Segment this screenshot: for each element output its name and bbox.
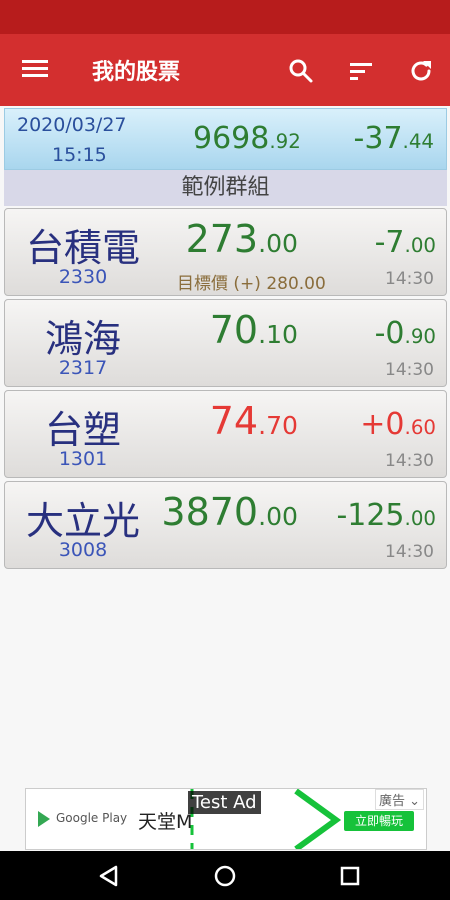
stock-name: 台塑 xyxy=(44,408,121,452)
market-index-row[interactable]: 2020/03/27 15:15 9698.92 -37.44 xyxy=(4,108,447,170)
index-change: -37.44 xyxy=(353,121,434,156)
stock-card-2317[interactable]: 鴻海 2317 70.10 -0.90 14:30 xyxy=(4,299,447,387)
system-nav-bar xyxy=(0,851,450,900)
index-time: 15:15 xyxy=(52,144,107,166)
stock-code: 2330 xyxy=(58,266,108,288)
status-bar xyxy=(0,0,450,34)
home-icon[interactable] xyxy=(212,863,238,889)
group-header[interactable]: 範例群組 xyxy=(4,170,447,206)
stock-price: 3870.00 xyxy=(161,490,298,534)
back-icon[interactable] xyxy=(96,863,122,889)
ad-install-button[interactable]: 立即暢玩 xyxy=(344,811,414,831)
recents-icon[interactable] xyxy=(337,863,363,889)
index-date: 2020/03/27 xyxy=(17,114,127,136)
hamburger-menu-icon[interactable] xyxy=(18,56,52,86)
ad-badge[interactable]: 廣告 ⌄ xyxy=(374,789,424,810)
test-ad-label: Test Ad xyxy=(188,791,261,814)
stock-change: -7.00 xyxy=(374,225,436,260)
stock-name: 大立光 xyxy=(25,499,140,543)
stock-name: 台積電 xyxy=(25,226,140,270)
refresh-icon[interactable] xyxy=(404,54,438,88)
search-icon[interactable] xyxy=(284,54,318,88)
index-value: 9698.92 xyxy=(193,121,301,156)
app-bar: 我的股票 xyxy=(0,34,450,106)
stock-change: +0.60 xyxy=(360,407,436,442)
google-play-icon xyxy=(38,811,50,827)
stock-price: 70.10 xyxy=(209,308,298,352)
stock-time: 14:30 xyxy=(385,360,434,380)
stock-code: 3008 xyxy=(58,539,108,561)
stock-code: 1301 xyxy=(58,448,108,470)
stock-code: 2317 xyxy=(58,357,108,379)
ad-app-name: 天堂M xyxy=(138,811,193,833)
stock-price: 273.00 xyxy=(185,217,298,261)
stock-time: 14:30 xyxy=(385,269,434,289)
stock-change: -125.00 xyxy=(336,498,436,533)
stock-time: 14:30 xyxy=(385,451,434,471)
stock-card-1301[interactable]: 台塑 1301 74.70 +0.60 14:30 xyxy=(4,390,447,478)
stock-card-3008[interactable]: 大立光 3008 3870.00 -125.00 14:30 xyxy=(4,481,447,569)
sort-icon[interactable] xyxy=(344,54,378,88)
ad-banner[interactable]: Google Play 天堂M Test Ad 廣告 ⌄ 立即暢玩 xyxy=(25,788,427,850)
stock-change: -0.90 xyxy=(374,316,436,351)
page-title: 我的股票 xyxy=(92,60,181,85)
stock-time: 14:30 xyxy=(385,542,434,562)
target-price: 目標價 (+) 280.00 xyxy=(177,274,326,294)
stock-name: 鴻海 xyxy=(44,317,121,361)
stock-price: 74.70 xyxy=(209,399,298,443)
ad-store-label: Google Play xyxy=(56,811,128,825)
stock-card-2330[interactable]: 台積電 2330 273.00 目標價 (+) 280.00 -7.00 14:… xyxy=(4,208,447,296)
